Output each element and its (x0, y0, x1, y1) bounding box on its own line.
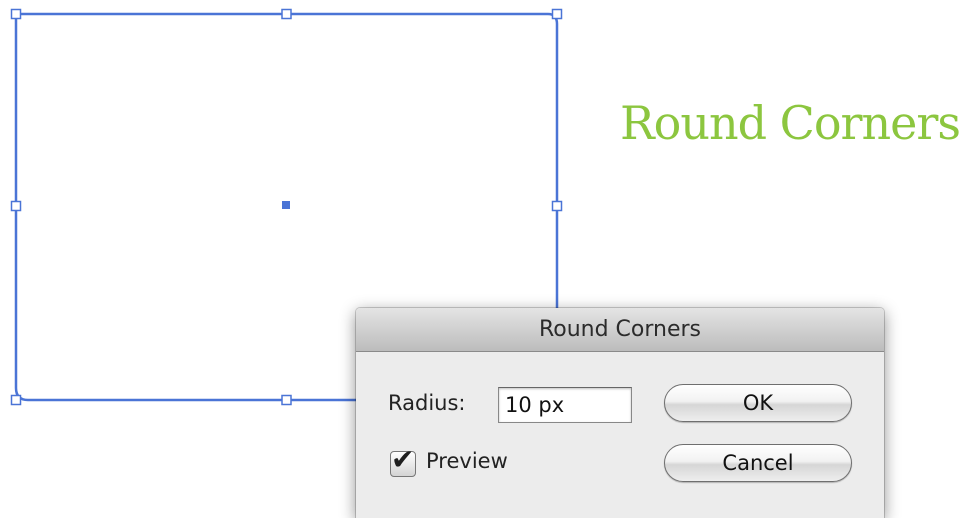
center-point-marker (282, 201, 290, 209)
handle-top-middle[interactable] (281, 8, 292, 20)
handle-top-right[interactable] (551, 8, 563, 20)
checkmark-icon: ✔ (391, 443, 415, 476)
preview-checkbox[interactable]: ✔ (390, 446, 416, 477)
round-corners-dialog: Round Corners Radius: ✔ Preview OK Cance… (356, 308, 884, 518)
ok-button[interactable]: OK (664, 384, 852, 422)
radius-input[interactable] (498, 387, 632, 423)
preview-label[interactable]: Preview (426, 449, 508, 473)
handle-bottom-left[interactable] (10, 394, 22, 406)
handle-middle-left[interactable] (10, 200, 22, 212)
dialog-title: Round Corners (356, 308, 884, 352)
radius-label: Radius: (388, 391, 466, 415)
cancel-button[interactable]: Cancel (664, 444, 852, 482)
handle-top-left[interactable] (10, 8, 22, 20)
handle-middle-right[interactable] (551, 200, 563, 212)
page-heading: Round Corners (620, 96, 961, 150)
handle-bottom-middle[interactable] (281, 394, 292, 406)
